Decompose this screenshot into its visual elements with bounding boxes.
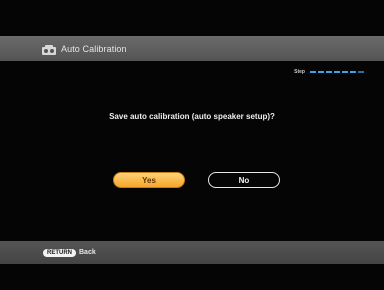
- step-label: Step: [294, 69, 305, 75]
- back-label: Back: [79, 249, 96, 256]
- footer-bar: RETURN Back: [0, 241, 384, 264]
- step-dash: [326, 71, 332, 73]
- return-key-badge[interactable]: RETURN: [43, 248, 76, 257]
- step-dash: [310, 71, 316, 73]
- yes-button[interactable]: Yes: [113, 172, 185, 188]
- header-bar: Auto Calibration: [0, 36, 384, 61]
- step-progress-bar: [310, 71, 364, 73]
- step-indicator: Step: [294, 69, 364, 75]
- step-dash: [358, 71, 364, 73]
- step-dash: [334, 71, 340, 73]
- confirmation-question: Save auto calibration (auto speaker setu…: [109, 112, 275, 121]
- step-dash: [350, 71, 356, 73]
- page-title: Auto Calibration: [61, 43, 127, 54]
- no-button[interactable]: No: [208, 172, 280, 188]
- speaker-setup-icon: [41, 43, 57, 55]
- step-dash: [318, 71, 324, 73]
- auto-calibration-screen: Auto Calibration Step Save auto calibrat…: [0, 0, 384, 290]
- step-dash: [342, 71, 348, 73]
